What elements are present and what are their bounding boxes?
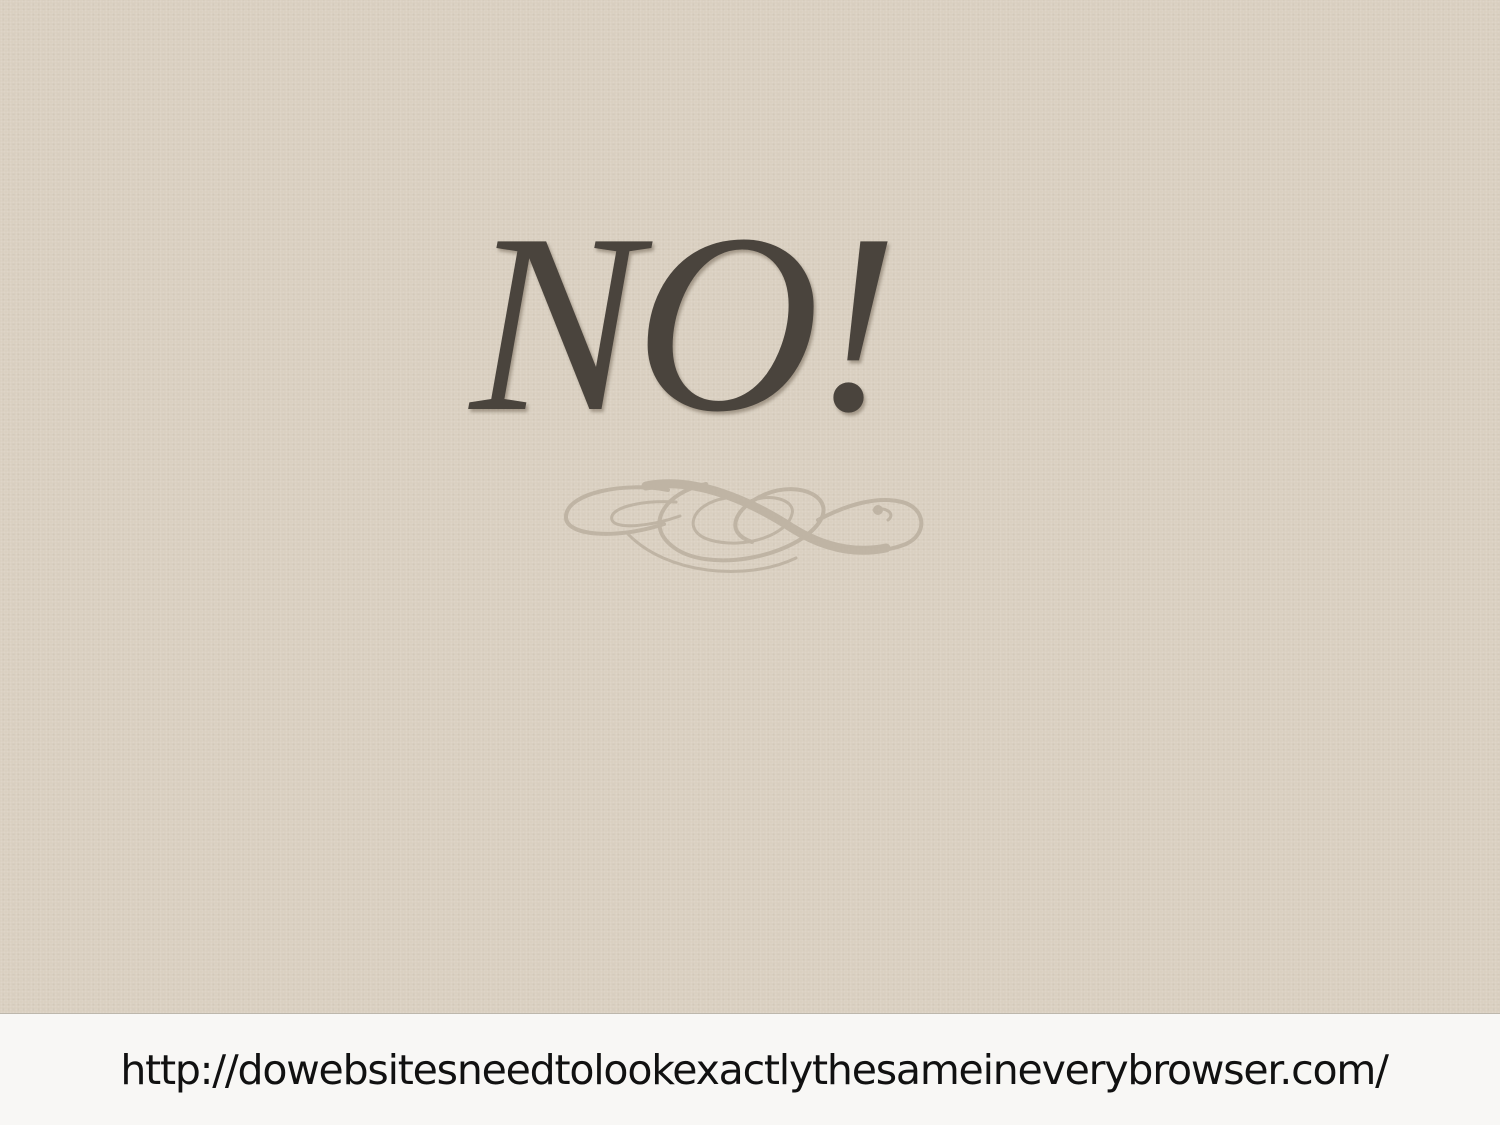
url-footer: http://dowebsitesneedtolookexactlythesam… xyxy=(0,1013,1500,1125)
slide-canvas: NO! xyxy=(0,0,1500,1013)
headline: NO! xyxy=(470,182,899,465)
flourish-ornament-icon xyxy=(564,479,924,573)
site-url-link[interactable]: http://dowebsitesneedtolookexactlythesam… xyxy=(120,1046,1389,1094)
flourish-dot xyxy=(873,505,883,515)
